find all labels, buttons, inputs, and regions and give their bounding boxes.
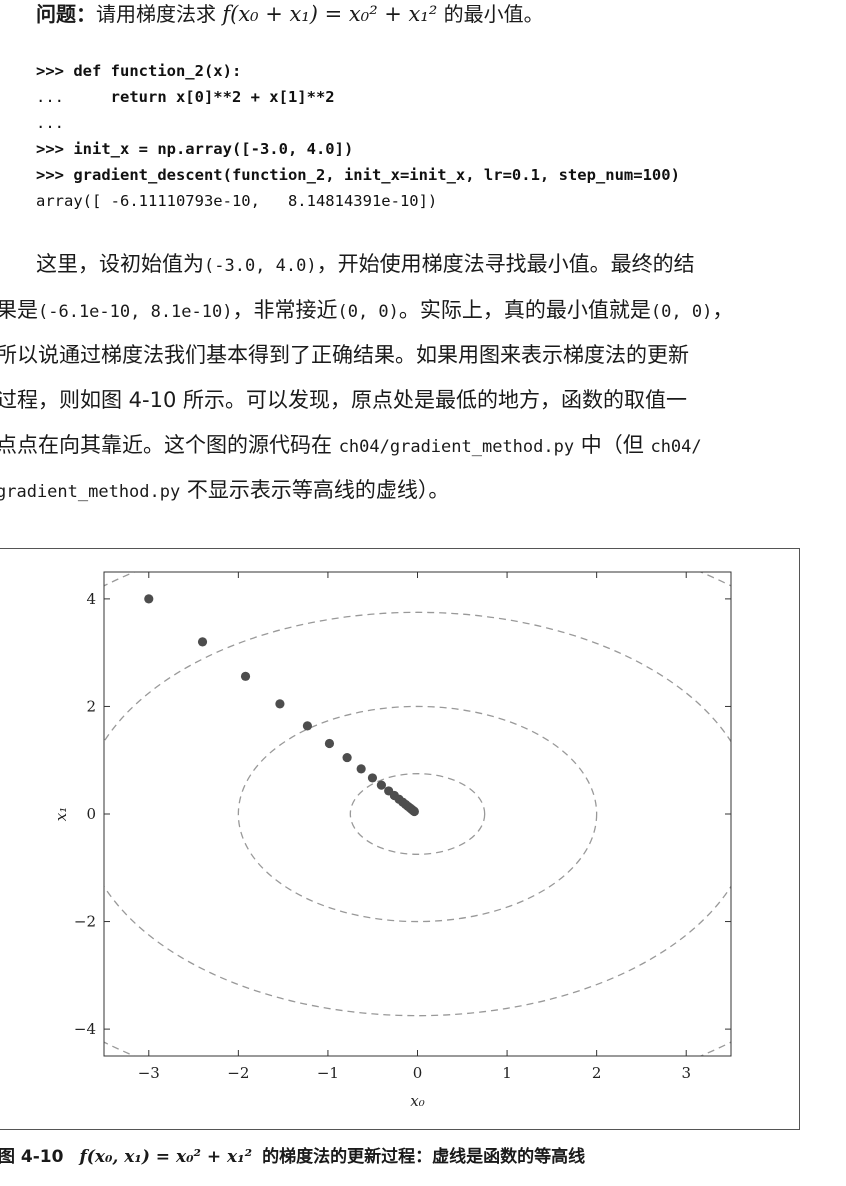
code-token: >>> bbox=[36, 140, 74, 158]
paragraph-line: 点点在向其靠近。这个图的源代码在 ch04/gradient_method.py… bbox=[0, 430, 702, 460]
inline-code: (0, 0) bbox=[650, 302, 713, 322]
descent-point bbox=[197, 637, 208, 647]
caption-label: 图 4-10 bbox=[0, 1147, 64, 1167]
descent-point bbox=[367, 773, 378, 783]
x-tick-label: 1 bbox=[502, 1064, 512, 1082]
inline-code: ch04/ bbox=[650, 437, 702, 457]
paragraph-text: 这里，设初始值为 bbox=[36, 252, 204, 276]
paragraph-line: 所以说通过梯度法我们基本得到了正确结果。如果用图来表示梯度法的更新 bbox=[0, 340, 689, 370]
x-tick-label: 2 bbox=[592, 1064, 602, 1082]
code-token: ... bbox=[36, 88, 111, 106]
inline-code: (-6.1e-10, 8.1e-10) bbox=[38, 302, 233, 322]
descent-point bbox=[356, 764, 366, 774]
paragraph-text: 所以说通过梯度法我们基本得到了正确结果。如果用图来表示梯度法的更新 bbox=[0, 343, 689, 367]
code-line: array([ -6.11110793e-10, 8.14814391e-10]… bbox=[36, 188, 680, 214]
y-axis-label: x₁ bbox=[52, 807, 70, 821]
code-line: >>> def function_2(x): bbox=[36, 58, 680, 84]
y-tick-label: −4 bbox=[74, 1020, 96, 1038]
paragraph-text: 过程，则如图 4-10 所示。可以发现，原点处是最低的地方，函数的取值一 bbox=[0, 388, 688, 412]
descent-point bbox=[240, 671, 251, 681]
question: 问题：请用梯度法求 f(x₀ + x₁) = x₀² + x₁² 的最小值。 bbox=[36, 0, 544, 28]
inline-code: (0, 0) bbox=[337, 302, 399, 322]
descent-point bbox=[144, 594, 154, 604]
paragraph-text: 点点在向其靠近。这个图的源代码在 bbox=[0, 433, 339, 457]
paragraph-line: gradient_method.py 不显示表示等高线的虚线）。 bbox=[0, 475, 449, 505]
code-token: >>> bbox=[36, 62, 74, 80]
gradient-descent-chart: −3 −2 −1 0 1 2 3 4 2 0 −2 −4 x₀ x₁ bbox=[52, 571, 732, 1110]
x-tick-label: −2 bbox=[227, 1064, 249, 1082]
code-token: def function_2(x): bbox=[73, 62, 242, 80]
code-token: >>> bbox=[36, 166, 74, 184]
inline-code: (-3.0, 4.0) bbox=[204, 256, 317, 276]
code-line: >>> init_x = np.array([-3.0, 4.0]) bbox=[36, 136, 680, 162]
caption-text: 的梯度法的更新过程：虚线是函数的等高线 bbox=[262, 1147, 586, 1167]
y-tick-label: 4 bbox=[86, 590, 96, 608]
descent-point bbox=[409, 806, 419, 817]
question-suffix: 的最小值。 bbox=[437, 2, 544, 26]
code-token: init_x = np.array([-3.0, 4.0]) bbox=[73, 140, 354, 158]
x-tick-label: 3 bbox=[681, 1064, 691, 1082]
paragraph-text: 果是 bbox=[0, 298, 38, 322]
code-token: return x[0]**2 + x[1]**2 bbox=[110, 88, 335, 106]
paragraph-text: 中（但 bbox=[574, 433, 651, 457]
x-axis-label: x₀ bbox=[410, 1092, 424, 1110]
descent-point bbox=[302, 721, 313, 731]
descent-point bbox=[376, 780, 387, 790]
descent-point bbox=[342, 752, 352, 763]
paragraph-text: 。实际上，真的最小值就是 bbox=[398, 298, 651, 322]
x-tick-label: 0 bbox=[413, 1064, 423, 1082]
inline-code: gradient_method.py bbox=[0, 482, 181, 502]
y-tick-label: −2 bbox=[74, 913, 96, 931]
inline-code: ch04/gradient_method.py bbox=[338, 437, 575, 457]
code-token: ... bbox=[36, 114, 64, 132]
paragraph-text: ， bbox=[712, 298, 734, 322]
question-label: 问题： bbox=[36, 2, 96, 26]
code-line: ... return x[0]**2 + x[1]**2 bbox=[36, 84, 680, 110]
figure-caption: 图 4-10 f(x₀, x₁) = x₀² + x₁² 的梯度法的更新过程：虚线是… bbox=[0, 1142, 585, 1167]
code-block: >>> def function_2(x):... return x[0]**2… bbox=[36, 58, 680, 214]
paragraph-line: 果是(-6.1e-10, 8.1e-10)，非常接近(0, 0)。实际上，真的最… bbox=[0, 295, 733, 325]
x-tick-label: −3 bbox=[138, 1064, 160, 1082]
paragraph-text: ，非常接近 bbox=[232, 298, 338, 322]
question-text: 请用梯度法求 bbox=[96, 2, 223, 26]
contours-group bbox=[104, 572, 731, 1056]
code-line: ... bbox=[36, 110, 680, 136]
descent-point bbox=[275, 699, 285, 709]
y-tick-label: 2 bbox=[86, 697, 96, 715]
paragraph-text: ，开始使用梯度法寻找最小值。最终的结 bbox=[316, 252, 695, 276]
code-line: >>> gradient_descent(function_2, init_x=… bbox=[36, 162, 680, 188]
x-tick-label: −1 bbox=[317, 1064, 339, 1082]
y-tick-label: 0 bbox=[86, 805, 96, 823]
question-formula: f(x₀ + x₁) = x₀² + x₁² bbox=[222, 2, 438, 26]
code-token: array([ -6.11110793e-10, 8.14814391e-10]… bbox=[36, 192, 438, 210]
descent-point bbox=[324, 738, 335, 749]
paragraph-text: 不显示表示等高线的虚线）。 bbox=[180, 478, 450, 502]
contour-line bbox=[104, 572, 731, 1056]
paragraph-line: 这里，设初始值为(-3.0, 4.0)，开始使用梯度法寻找最小值。最终的结 bbox=[36, 249, 695, 279]
code-token: gradient_descent(function_2, init_x=init… bbox=[73, 166, 680, 184]
caption-formula: f(x₀, x₁) = x₀² + x₁² bbox=[79, 1147, 253, 1167]
paragraph-line: 过程，则如图 4-10 所示。可以发现，原点处是最低的地方，函数的取值一 bbox=[0, 385, 687, 415]
